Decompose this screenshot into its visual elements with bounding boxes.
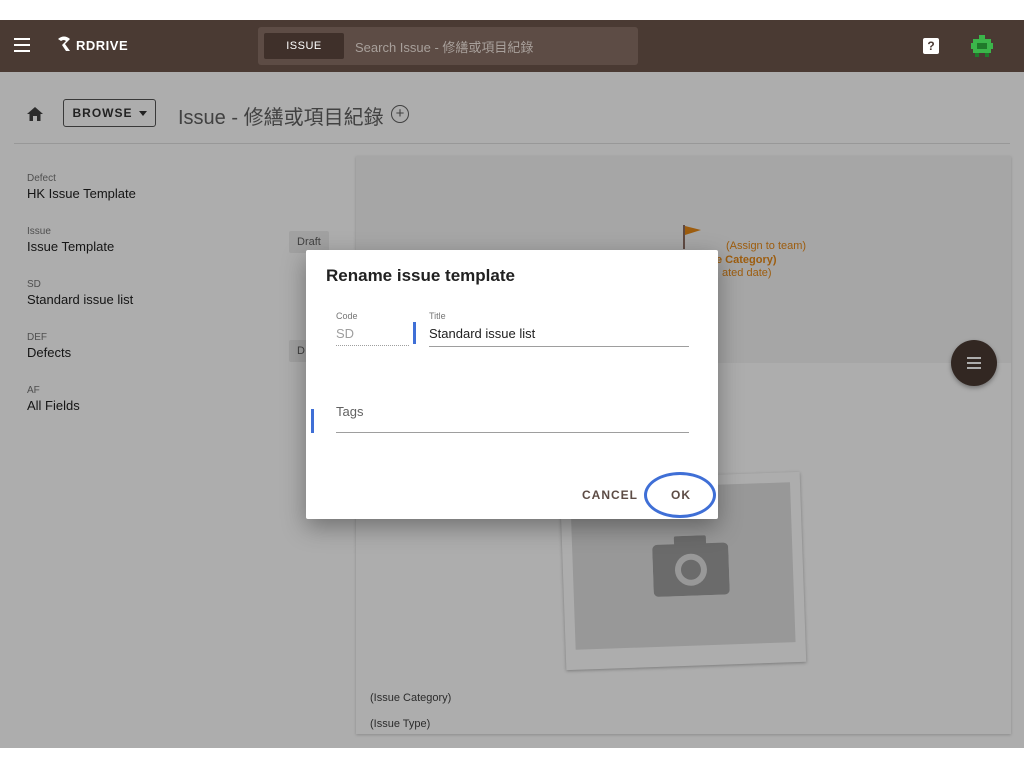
logo-text: RDRIVE [76, 37, 129, 53]
search-scope-chip[interactable]: ISSUE [264, 33, 344, 59]
search-input[interactable] [353, 27, 637, 67]
hamburger-menu-icon[interactable] [14, 38, 30, 54]
rdrive-logo-icon [58, 36, 70, 51]
title-field-underline [429, 346, 689, 347]
drag-handle[interactable] [413, 322, 416, 344]
tags-field-underline [336, 432, 689, 433]
tags-field[interactable]: Tags [336, 404, 363, 419]
drag-handle[interactable] [311, 409, 314, 433]
rename-dialog: Rename issue template Code SD Title Stan… [306, 250, 718, 519]
code-field-label: Code [336, 311, 358, 321]
help-icon[interactable]: ? [923, 38, 939, 54]
avatar[interactable] [969, 33, 995, 59]
status-strip [0, 0, 1024, 20]
search-bar: ISSUE [258, 27, 638, 67]
bottom-strip [0, 748, 1024, 768]
title-field-label: Title [429, 311, 446, 321]
code-field[interactable]: SD [336, 326, 354, 341]
title-field[interactable]: Standard issue list [429, 326, 535, 341]
ok-button[interactable]: OK [671, 488, 691, 502]
code-field-underline [336, 345, 409, 346]
logo[interactable]: RDRIVE [56, 35, 128, 55]
app-bar: RDRIVE ISSUE [0, 20, 1024, 72]
cancel-button[interactable]: CANCEL [582, 488, 638, 502]
dialog-title: Rename issue template [326, 266, 515, 285]
